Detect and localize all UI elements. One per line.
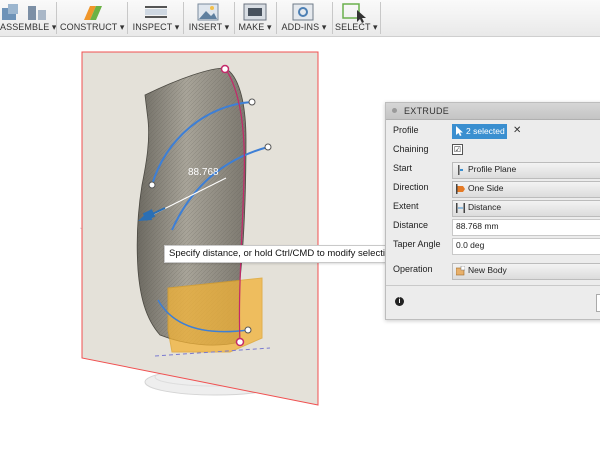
operation-value: New Body — [468, 265, 507, 275]
profile-row: Profile 2 selected ✕ — [386, 123, 600, 139]
clear-selection-icon[interactable]: ✕ — [513, 124, 521, 138]
toolbar-divider — [234, 2, 235, 34]
new-body-icon — [456, 266, 465, 276]
taper-row: Taper Angle 0.0 deg — [386, 237, 600, 255]
construct-icon — [84, 6, 102, 20]
operation-row: Operation New Body — [386, 262, 600, 280]
direction-value: One Side — [468, 183, 504, 193]
chaining-row: Chaining ☑ — [386, 142, 600, 158]
control-point[interactable] — [264, 143, 272, 151]
select-icon — [342, 3, 366, 23]
extent-value: Distance — [468, 202, 502, 212]
distance-icon — [456, 203, 465, 213]
extent-dropdown[interactable]: Distance — [452, 200, 600, 217]
select-menu[interactable]: SELECT ▾ — [335, 0, 378, 36]
toolbar-divider — [183, 2, 184, 34]
start-row: Start Profile Plane — [386, 161, 600, 179]
toolbar-divider — [56, 2, 57, 34]
toolbar-divider — [276, 2, 277, 34]
taper-angle-input[interactable]: 0.0 deg — [452, 238, 600, 255]
operation-label: Operation — [393, 264, 433, 274]
inspect-label: INSPECT ▾ — [132, 22, 180, 32]
inspect-icon — [145, 6, 167, 18]
info-icon[interactable]: i — [395, 297, 404, 306]
extrude-dialog: EXTRUDE Profile 2 selected ✕ Chaining ☑ … — [385, 102, 600, 320]
distance-dimension-label: 88.768 — [188, 167, 219, 178]
extent-row: Extent Distance — [386, 199, 600, 217]
profile-selection-count: 2 selected — [466, 126, 505, 136]
one-side-icon — [456, 184, 465, 194]
profile-selection-button[interactable]: 2 selected — [452, 124, 507, 139]
insert-menu[interactable]: INSERT ▾ — [186, 0, 232, 36]
extent-label: Extent — [393, 201, 419, 211]
start-dropdown[interactable]: Profile Plane — [452, 162, 600, 179]
assemble-icon — [2, 4, 46, 20]
toolbar-divider — [380, 2, 381, 34]
profile-label: Profile — [393, 125, 419, 135]
taper-label: Taper Angle — [393, 239, 441, 249]
panel-grip-icon[interactable] — [392, 108, 397, 113]
control-point[interactable] — [244, 326, 252, 334]
control-point[interactable] — [148, 181, 156, 189]
distance-tooltip: Specify distance, or hold Ctrl/CMD to mo… — [164, 245, 420, 263]
start-label: Start — [393, 163, 413, 173]
make-menu[interactable]: MAKE ▾ — [236, 0, 274, 36]
construct-menu[interactable]: CONSTRUCT ▾ — [60, 0, 124, 36]
assemble-menu[interactable]: ASSEMBLE ▾ — [0, 0, 57, 36]
extrude-header[interactable]: EXTRUDE — [386, 103, 600, 120]
select-label: SELECT ▾ — [335, 22, 378, 32]
profile-plane-icon — [458, 165, 463, 175]
distance-row: Distance 88.768 mm — [386, 218, 600, 236]
chaining-checkbox[interactable]: ☑ — [452, 144, 463, 155]
distance-label: Distance — [393, 220, 429, 230]
endpoint-marker[interactable] — [235, 337, 245, 347]
dialog-footer: i — [386, 285, 600, 320]
cursor-icon — [456, 126, 463, 136]
chaining-label: Chaining — [393, 144, 429, 154]
taper-value: 0.0 deg — [456, 240, 485, 250]
addins-menu[interactable]: ADD-INS ▾ — [279, 0, 329, 36]
start-value: Profile Plane — [468, 164, 517, 174]
distance-value: 88.768 mm — [456, 221, 499, 231]
operation-dropdown[interactable]: New Body — [452, 263, 600, 280]
direction-dropdown[interactable]: One Side — [452, 181, 600, 198]
ok-button[interactable] — [596, 294, 600, 312]
control-point[interactable] — [248, 98, 256, 106]
addins-icon — [292, 3, 314, 21]
make-icon — [243, 3, 267, 21]
distance-input[interactable]: 88.768 mm — [452, 219, 600, 236]
construct-label: CONSTRUCT ▾ — [60, 22, 125, 32]
assemble-label: ASSEMBLE ▾ — [0, 22, 57, 32]
insert-label: INSERT ▾ — [188, 22, 230, 32]
endpoint-marker[interactable] — [220, 64, 230, 74]
inspect-menu[interactable]: INSPECT ▾ — [131, 0, 181, 36]
toolbar: ASSEMBLE ▾ CONSTRUCT ▾ INSPECT ▾ INSERT … — [0, 0, 600, 37]
insert-icon — [197, 3, 219, 21]
toolbar-divider — [332, 2, 333, 34]
addins-label: ADD-INS ▾ — [281, 22, 327, 32]
toolbar-divider — [127, 2, 128, 34]
direction-row: Direction One Side — [386, 180, 600, 198]
direction-label: Direction — [393, 182, 429, 192]
extrude-title: EXTRUDE — [404, 106, 450, 116]
selected-profile-highlight[interactable] — [167, 277, 263, 353]
make-label: MAKE ▾ — [238, 22, 272, 32]
